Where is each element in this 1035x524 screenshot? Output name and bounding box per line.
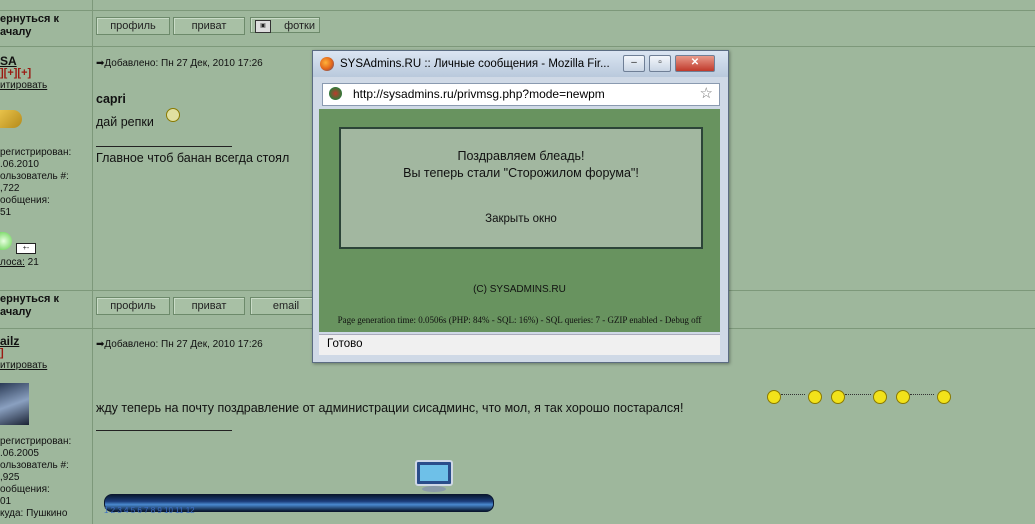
post-body: жду теперь на почту поздравление от адми… <box>96 401 684 415</box>
smiley-icon <box>937 390 951 404</box>
avatar <box>0 383 29 425</box>
user-number-label: ользователь #: <box>0 460 69 471</box>
online-status-icon <box>0 232 12 250</box>
votes-label[interactable]: лоса: <box>0 257 25 268</box>
private-message-button[interactable]: приват <box>173 17 245 35</box>
signature-divider <box>96 146 232 147</box>
smiley-icon <box>831 390 845 404</box>
minimize-button[interactable]: ‒ <box>623 55 645 72</box>
vote-plus-minus-icon[interactable]: +- <box>16 243 36 254</box>
private-message-button[interactable]: приват <box>173 297 245 315</box>
quote-author: capri <box>96 92 126 106</box>
maximize-button[interactable]: ▫ <box>649 55 671 72</box>
votes-row: лоса: 21 <box>0 257 39 269</box>
smiley-icon <box>808 390 822 404</box>
profile-button[interactable]: профиль <box>96 17 170 35</box>
post-header: ➡Добавлено: Пн 27 Дек, 2010 17:26 <box>96 339 263 350</box>
user-number: ,722 <box>0 183 20 194</box>
message-box: Поздравляем блеадь! Вы теперь стали "Сто… <box>339 127 703 249</box>
quote-link[interactable]: итировать <box>0 360 47 372</box>
avatar <box>0 110 22 128</box>
row-divider <box>0 46 1035 47</box>
chain-icon <box>781 394 805 399</box>
registered-date: .06.2010 <box>0 159 39 170</box>
address-bar[interactable]: http://sysadmins.ru/privmsg.php?mode=new… <box>322 83 720 106</box>
username[interactable]: SA <box>0 54 17 68</box>
post-header: ➡Добавлено: Пн 27 Дек, 2010 17:26 <box>96 58 263 69</box>
post-date: Добавлено: Пн 27 Дек, 2010 17:26 <box>104 58 263 69</box>
copyright: (C) SYSADMINS.RU <box>473 284 566 295</box>
smiley-icon <box>896 390 910 404</box>
location-label: куда: <box>0 508 24 519</box>
dock-numbers: 1 2 3 4 5 6 7 8 9 10 11 12 <box>104 506 195 515</box>
photos-label: фотки <box>284 20 315 32</box>
bookmark-star-icon[interactable]: ☆ <box>700 84 713 102</box>
profile-button[interactable]: профиль <box>96 297 170 315</box>
smiley-icon <box>873 390 887 404</box>
messages-count: 01 <box>0 496 12 507</box>
registered-label: регистрирован: <box>0 436 72 447</box>
location-row: куда: Пушкино <box>0 508 67 520</box>
monitor-icon[interactable] <box>412 459 456 493</box>
location-value: Пушкино <box>26 508 68 519</box>
status-bar: Готово <box>319 334 720 355</box>
popup-content: Поздравляем блеадь! Вы теперь стали "Сто… <box>319 109 720 332</box>
generation-info: Page generation time: 0.0506s (PHP: 84% … <box>337 315 702 325</box>
back-to-top-link[interactable]: ернуться к ачалу <box>0 293 59 319</box>
chain-icon <box>910 394 934 399</box>
site-favicon-icon <box>329 87 342 100</box>
smiley-icon <box>767 390 781 404</box>
chain-icon <box>845 394 871 399</box>
messages-label: ообщения: <box>0 195 50 206</box>
signature: Главное чтоб банан всегда стоял <box>96 151 290 165</box>
row-divider <box>0 10 1035 11</box>
user-rank: ] <box>0 347 4 359</box>
registered-label: регистрирован: <box>0 147 72 158</box>
camera-icon: ▣ <box>255 20 271 33</box>
votes-count: 21 <box>27 257 39 268</box>
user-rank: ][+][+] <box>0 67 32 79</box>
registered-date: .06.2005 <box>0 448 39 459</box>
firefox-icon <box>320 57 334 71</box>
address-url[interactable]: http://sysadmins.ru/privmsg.php?mode=new… <box>353 87 605 101</box>
post-date: Добавлено: Пн 27 Дек, 2010 17:26 <box>104 339 263 350</box>
username[interactable]: ailz <box>0 334 19 348</box>
popup-title: SYSAdmins.RU :: Личные сообщения - Mozil… <box>340 58 610 70</box>
status-text: Готово <box>327 338 363 350</box>
message-line-2: Вы теперь стали "Сторожилом форума"! <box>403 166 639 180</box>
close-window-link[interactable]: Закрыть окно <box>341 213 701 225</box>
message-line-1: Поздравляем блеадь! <box>457 149 585 163</box>
crying-smiley-icon <box>166 108 180 122</box>
quote-link[interactable]: итировать <box>0 80 47 92</box>
popup-titlebar[interactable]: SYSAdmins.RU :: Личные сообщения - Mozil… <box>313 51 728 77</box>
post-body: дай репки <box>96 115 154 129</box>
close-window-button[interactable]: ✕ <box>675 55 715 72</box>
photos-button[interactable]: ▣ фотки <box>250 17 320 33</box>
messages-count: 51 <box>0 207 12 218</box>
user-number-label: ользователь #: <box>0 171 69 182</box>
column-divider <box>92 0 93 524</box>
messages-label: ообщения: <box>0 484 50 495</box>
user-number: ,925 <box>0 472 20 483</box>
popup-window[interactable]: SYSAdmins.RU :: Личные сообщения - Mozil… <box>312 50 729 363</box>
back-to-top-link[interactable]: ернуться к ачалу <box>0 13 59 39</box>
signature-divider <box>96 430 232 431</box>
